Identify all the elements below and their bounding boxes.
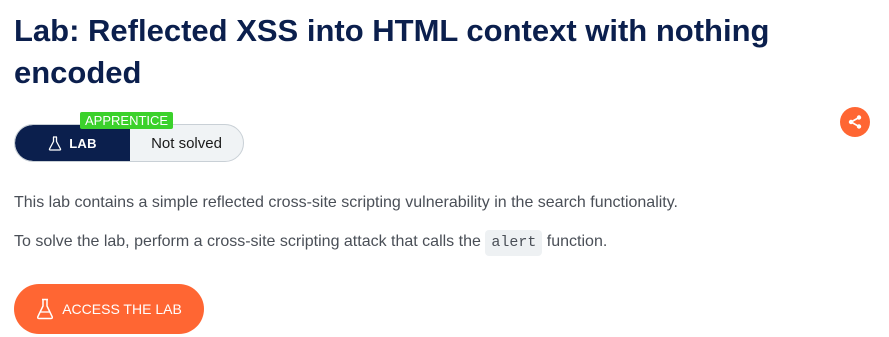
flask-icon bbox=[36, 298, 54, 320]
instructions-text-end: function. bbox=[546, 233, 608, 250]
lab-instructions: To solve the lab, perform a cross-site s… bbox=[14, 230, 874, 256]
solve-status: Not solved bbox=[151, 134, 222, 152]
page-title: Lab: Reflected XSS into HTML context wit… bbox=[14, 13, 770, 90]
lab-page: Lab: Reflected XSS into HTML context wit… bbox=[0, 0, 889, 337]
status-pill: LAB Not solved bbox=[14, 124, 244, 162]
access-lab-button[interactable]: ACCESS THE LAB bbox=[14, 284, 204, 334]
access-lab-label: ACCESS THE LAB bbox=[62, 301, 182, 317]
lab-badge: LAB bbox=[15, 125, 130, 161]
lab-badge-label: LAB bbox=[69, 135, 97, 151]
share-icon bbox=[847, 114, 863, 130]
level-badge: APPRENTICE bbox=[80, 112, 174, 129]
share-button[interactable] bbox=[840, 107, 870, 137]
flask-icon bbox=[48, 135, 62, 151]
instructions-text: To solve the lab, perform a cross-site s… bbox=[14, 233, 481, 250]
lab-description: This lab contains a simple reflected cro… bbox=[14, 194, 678, 211]
lab-status-widget: APPRENTICE LAB Not solved bbox=[14, 112, 254, 166]
code-snippet: alert bbox=[485, 230, 543, 256]
